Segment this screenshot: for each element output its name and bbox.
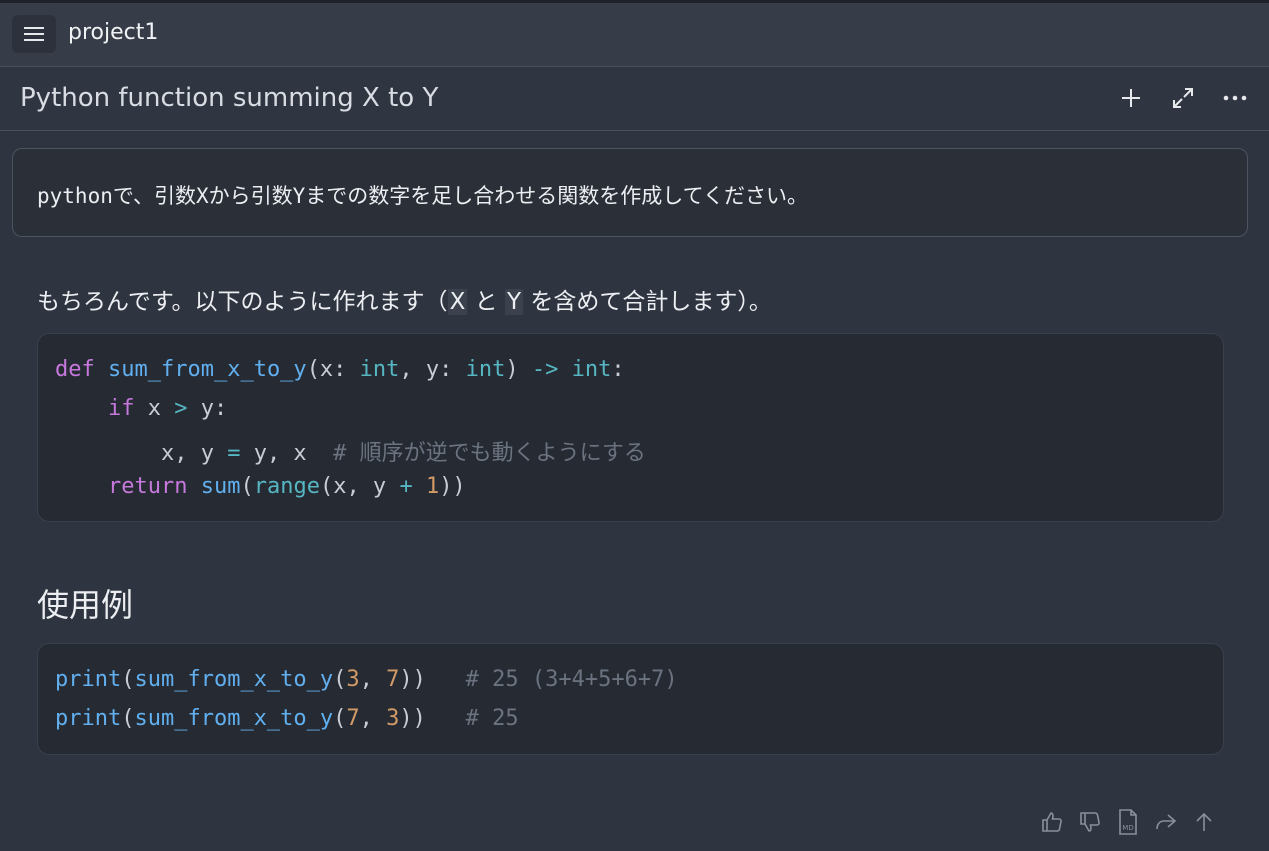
code-text: ( — [121, 667, 135, 692]
code-text: y, x — [240, 441, 334, 466]
code-text: : — [611, 357, 625, 382]
code-text: )) — [399, 667, 466, 692]
code-text: , y: — [399, 357, 466, 382]
code-builtin: sum — [200, 474, 241, 499]
code-operator: = — [227, 441, 241, 466]
code-line: print(sum_from_x_to_y(3, 7)) # 25 (3+4+5… — [55, 667, 678, 692]
code-text: , — [359, 706, 387, 731]
scroll-up-button[interactable] — [1192, 808, 1216, 836]
code-builtin: range — [253, 474, 320, 499]
assistant-intro: もちろんです。以下のように作れます（X と Y を含めて合計します）。 — [37, 282, 772, 316]
code-line: print(sum_from_x_to_y(7, 3)) # 25 — [55, 706, 519, 731]
code-comment: # 25 (3+4+5+6+7) — [465, 667, 678, 692]
user-message-text: pythonで、引数Xから引数Yまでの数字を足し合わせる関数を作成してください。 — [37, 184, 809, 208]
code-comment: # 順序が逆でも動くようにする — [333, 441, 646, 466]
thumbs-up-icon — [1042, 812, 1062, 832]
menu-button[interactable] — [12, 15, 56, 53]
more-horizontal-icon — [1223, 95, 1247, 101]
code-line: return sum(range(x, y + 1)) — [55, 474, 466, 499]
code-line: def sum_from_x_to_y(x: int, y: int) -> i… — [55, 357, 625, 382]
thumbs-down-icon — [1080, 812, 1100, 832]
code-keyword: def — [55, 357, 95, 382]
user-message: pythonで、引数Xから引数Yまでの数字を足し合わせる関数を作成してください。 — [12, 148, 1248, 237]
thumbs-up-button[interactable] — [1040, 808, 1064, 836]
code-operator: > — [174, 396, 188, 421]
title-actions — [1117, 84, 1249, 112]
code-type: int — [465, 357, 506, 382]
markdown-button[interactable]: MD — [1116, 808, 1140, 836]
markdown-icon: MD — [1119, 809, 1137, 835]
scroll-up-icon — [1196, 812, 1212, 831]
share-icon — [1156, 814, 1177, 830]
expand-icon — [1173, 88, 1193, 108]
code-line: x, y = y, x # 順序が逆でも動くようにする — [55, 435, 646, 467]
chat-title-bar: Python function summing X to Y — [0, 67, 1269, 131]
code-comment: # 25 — [465, 706, 519, 731]
code-type: int — [571, 357, 612, 382]
inline-code-y: Y — [504, 289, 524, 315]
code-builtin: print — [55, 706, 122, 731]
code-line: if x > y: — [55, 396, 227, 421]
code-text: ( — [333, 706, 347, 731]
code-text: )) — [439, 474, 466, 499]
code-block-definition[interactable]: def sum_from_x_to_y(x: int, y: int) -> i… — [37, 333, 1224, 522]
code-text: , — [359, 667, 387, 692]
top-bar: project1 — [0, 0, 1269, 67]
section-heading: 使用例 — [37, 586, 134, 624]
intro-text-2: を含めて合計します）。 — [523, 289, 772, 315]
message-actions: MD — [1040, 808, 1216, 836]
code-keyword: if — [107, 396, 135, 421]
code-number: 3 — [386, 706, 400, 731]
code-function-name: sum_from_x_to_y — [108, 357, 307, 382]
code-text: ) — [505, 357, 532, 382]
code-number: 7 — [346, 706, 360, 731]
svg-text:MD: MD — [1122, 824, 1133, 832]
code-function-name: sum_from_x_to_y — [134, 706, 334, 731]
code-text: (x: — [306, 357, 360, 382]
code-text: x — [134, 396, 175, 421]
code-text: )) — [399, 706, 466, 731]
code-text: ( — [121, 706, 135, 731]
code-text: x, y — [160, 441, 228, 466]
more-options-button[interactable] — [1221, 84, 1249, 112]
intro-text-1: もちろんです。以下のように作れます（ — [37, 289, 448, 315]
code-number: 1 — [425, 474, 440, 499]
code-text: ( — [240, 474, 254, 499]
expand-button[interactable] — [1169, 84, 1197, 112]
code-builtin: print — [55, 667, 122, 692]
code-operator: + — [399, 474, 413, 499]
code-function-name: sum_from_x_to_y — [134, 667, 334, 692]
code-type: int — [359, 357, 400, 382]
code-text: ( — [333, 667, 347, 692]
thumbs-down-button[interactable] — [1078, 808, 1102, 836]
chat-title: Python function summing X to Y — [20, 83, 439, 113]
project-name[interactable]: project1 — [68, 20, 158, 45]
code-number: 7 — [386, 667, 400, 692]
new-chat-button[interactable] — [1117, 84, 1145, 112]
code-operator: -> — [531, 357, 559, 382]
code-block-usage[interactable]: print(sum_from_x_to_y(3, 7)) # 25 (3+4+5… — [37, 643, 1224, 755]
code-text: y: — [187, 396, 228, 421]
plus-icon — [1122, 89, 1140, 107]
code-keyword: return — [107, 474, 188, 499]
intro-and: と — [467, 289, 505, 315]
hamburger-menu-icon — [24, 27, 44, 41]
share-button[interactable] — [1154, 808, 1178, 836]
code-text: (x, y — [319, 474, 400, 499]
code-number: 3 — [346, 667, 360, 692]
inline-code-x: X — [447, 289, 468, 315]
